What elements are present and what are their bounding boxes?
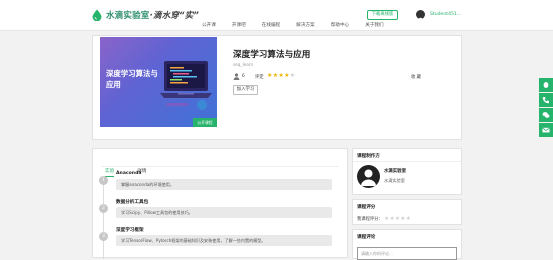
chapter-description: 掌握anaconda的环境使用。 <box>116 179 332 190</box>
nav-item-kaikeba[interactable]: 开课吧 <box>232 22 246 28</box>
comment-box: 课程评论 请输入你的评论... <box>352 229 462 260</box>
author-name[interactable]: 水滴实验室 <box>384 168 406 174</box>
nav-item-online-coding[interactable]: 在线编程 <box>262 22 280 28</box>
author-org: 水滴实验室 <box>384 178 405 183</box>
user-avatar-icon[interactable] <box>416 10 425 24</box>
nav-item-solutions[interactable]: 解决方案 <box>296 22 314 28</box>
logo-slogan: ·滴水穿“实” <box>149 11 200 21</box>
my-rating-label: 我课程评分： <box>357 217 383 222</box>
rating-label: 评定 <box>255 75 264 80</box>
comment-box-title: 课程评论 <box>357 235 376 240</box>
main-nav: 公开课 开课吧 在线编程 解决方案 帮助中心 关于我们 <box>202 11 395 28</box>
author-box: 课程制作方 水滴实验室 水滴实验室 <box>352 148 462 195</box>
chapter-title: 深度学习框架 <box>116 228 144 233</box>
rating-input-stars[interactable]: ★★★★★ <box>384 216 411 222</box>
my-rating-row: 我课程评分： ★★★★★ <box>357 216 411 222</box>
nav-item-help-center[interactable]: 帮助中心 <box>331 22 349 28</box>
course-title: 深度学习算法与应用 <box>233 50 311 60</box>
timeline-line <box>103 177 104 259</box>
logo-name: 水滴实验室 <box>106 11 150 21</box>
wechat-button[interactable] <box>539 108 553 122</box>
author-box-title: 课程制作方 <box>357 154 380 159</box>
rating-stars: ★★★★★ <box>267 72 295 79</box>
content-tabs: 实验 详情 <box>105 157 165 177</box>
mail-icon <box>542 127 550 133</box>
chapter-number: 1 <box>99 176 108 185</box>
chat-icon <box>543 82 549 88</box>
chapter-title: 数据分析工具包 <box>116 200 149 205</box>
chapter-number: 2 <box>99 204 108 213</box>
star-empty-icon: ★ <box>405 216 412 222</box>
join-study-button[interactable]: 加入学习 <box>233 85 258 95</box>
person-icon <box>233 73 240 80</box>
wechat-icon <box>542 112 550 118</box>
collect-button[interactable]: 收 藏 <box>411 74 421 80</box>
rating-box: 课程评分 我课程评分： ★★★★★ <box>352 199 462 225</box>
nav-item-open-course[interactable]: 公开课 <box>202 22 216 28</box>
qq-chat-button[interactable] <box>539 78 553 92</box>
water-drop-logo-icon[interactable] <box>91 9 103 21</box>
course-content-panel: 实验 详情 1 Anaconda 掌握anaconda的环境使用。 2 数据分析… <box>92 148 348 259</box>
course-cover-image: 深度学习算法与应用 公开课程 <box>100 37 217 127</box>
divider <box>353 161 461 162</box>
phone-button[interactable] <box>539 93 553 107</box>
cover-title: 深度学习算法与应用 <box>106 69 158 89</box>
open-course-badge: 公开课程 <box>193 118 217 127</box>
learner-count: 6 <box>242 74 245 79</box>
laptop-code-illustration <box>160 61 212 110</box>
username-link[interactable]: Student451... <box>430 12 461 17</box>
star-empty-icon: ★ <box>289 72 296 79</box>
download-offline-button[interactable]: 下载离线版 <box>367 10 398 20</box>
comment-input[interactable]: 请输入你的评论... <box>357 247 457 260</box>
email-button[interactable] <box>539 123 553 137</box>
course-info-card: 深度学习算法与应用 公开课程 深度学习算法与应用 seq_learn 6 评定 … <box>92 35 462 140</box>
author-avatar-icon[interactable] <box>357 165 380 188</box>
chapter-title: Anaconda <box>116 171 142 176</box>
tab-experiments[interactable]: 实验 <box>105 168 115 177</box>
tab-divider <box>101 166 339 167</box>
nav-item-about-us[interactable]: 关于我们 <box>365 22 383 28</box>
top-navigation-bar: 水滴实验室·滴水穿“实” 公开课 开课吧 在线编程 解决方案 帮助中心 关于我们… <box>0 0 553 31</box>
chapter-description: 学习Scipy、Pillow工具包的使用技巧。 <box>116 207 332 218</box>
course-code: seq_learn <box>233 62 254 67</box>
chapter-description: 学习TensorFlow、Pytorch框架的基础知识及安装使用，了解一些内置的… <box>116 235 332 246</box>
rating-box-title: 课程评分 <box>357 205 376 210</box>
phone-icon <box>542 97 549 104</box>
site-logo-text[interactable]: 水滴实验室·滴水穿“实” <box>106 9 199 21</box>
chapter-number: 3 <box>99 232 108 241</box>
